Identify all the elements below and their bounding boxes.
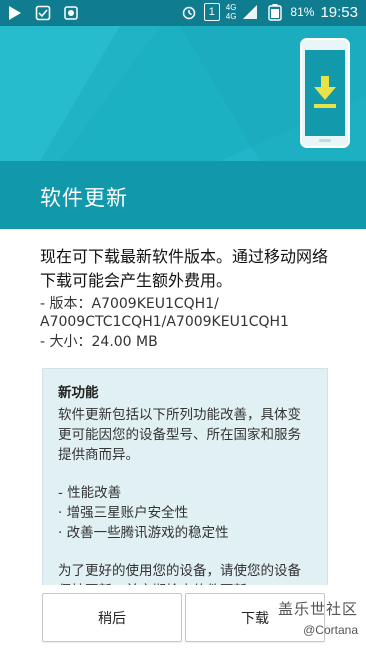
watermark-handle: @Cortana — [303, 623, 358, 637]
battery-percent: 81% — [290, 5, 315, 19]
network-type: 4G 4G — [225, 3, 237, 21]
alarm-icon — [180, 3, 198, 21]
page-title: 软件更新 — [40, 186, 128, 210]
release-notes-panel[interactable]: 新功能 软件更新包括以下所列功能改善，具体变更可能因您的设备型号、所在国家和服务… — [42, 368, 328, 599]
sim1-icon: 1 — [203, 3, 220, 21]
clock: 19:53 — [320, 3, 358, 21]
update-intro: 现在可下载最新软件版本。通过移动网络下载可能会产生额外费用。 — [40, 247, 329, 290]
play-icon — [6, 4, 24, 22]
battery-icon — [266, 3, 284, 21]
notes-title: 新功能 — [58, 385, 99, 401]
watermark: 盖乐世社区 @Cortana — [278, 598, 358, 637]
checkbox-icon — [34, 4, 52, 22]
notes-item: · 改善一些腾讯游戏的稳定性 — [58, 525, 229, 541]
phone-download-icon — [300, 38, 350, 148]
version-line-2: A7009CTC1CQH1/A7009KEU1CQH1 — [40, 314, 289, 330]
download-size: - 大小：24.00 MB — [40, 334, 158, 350]
hero-banner — [0, 26, 366, 161]
notes-item: · 增强三星账户安全性 — [58, 505, 189, 521]
gallery-icon — [62, 4, 80, 22]
notes-section-label: - 性能改善 — [58, 485, 122, 501]
status-bar: 1 4G 4G 81% 19:53 — [0, 0, 366, 26]
later-button[interactable]: 稍后 — [42, 593, 182, 642]
version-line-1: - 版本：A7009KEU1CQH1/ — [40, 296, 219, 312]
watermark-title: 盖乐世社区 — [277, 600, 358, 618]
signal-icon — [242, 3, 260, 21]
notes-description: 软件更新包括以下所列功能改善，具体变更可能因您的设备型号、所在国家和服务提供商而… — [58, 407, 301, 463]
